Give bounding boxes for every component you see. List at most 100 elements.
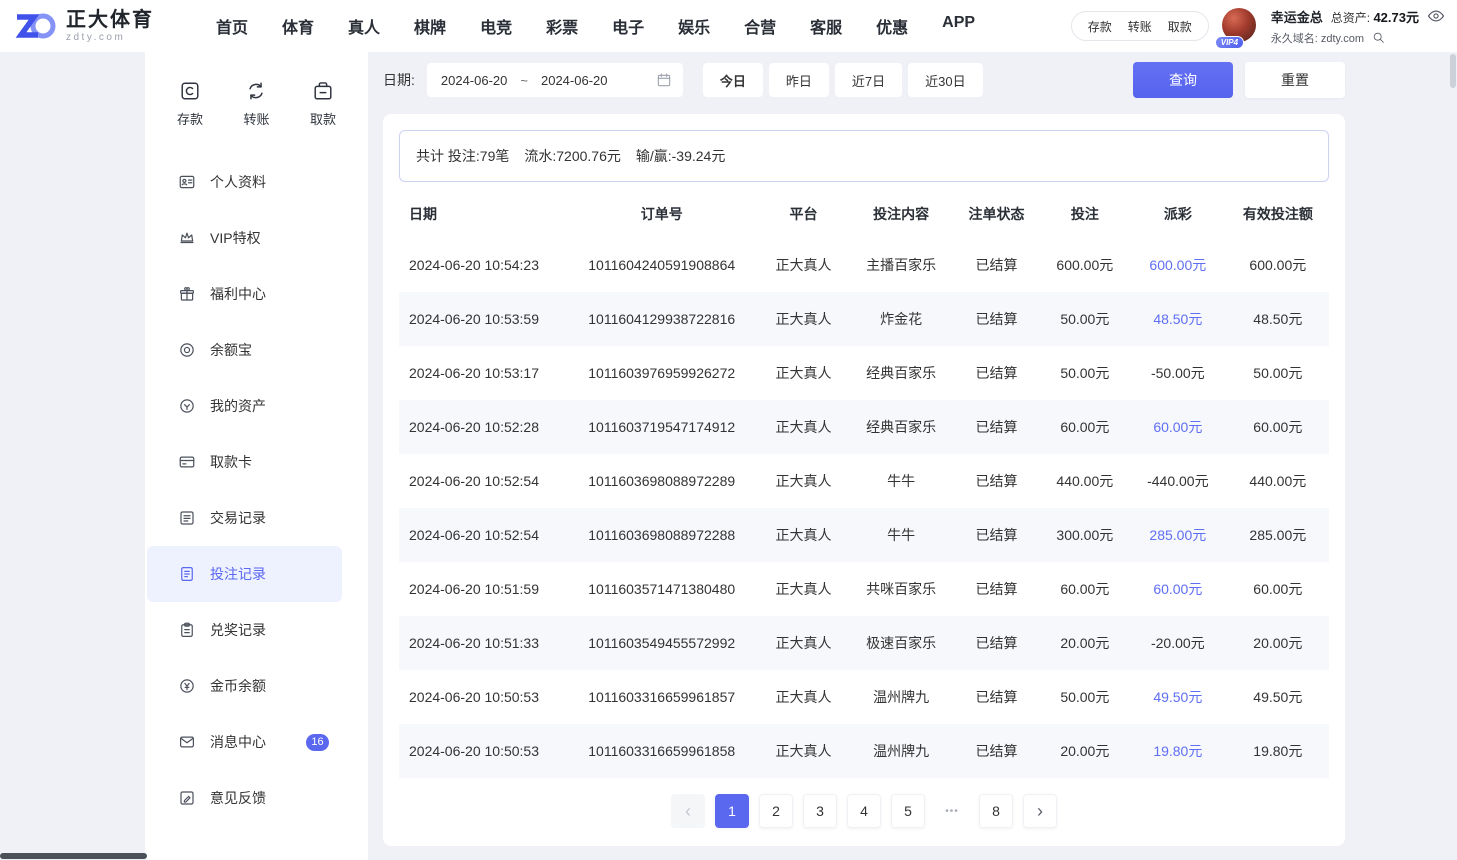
cell-bet: 20.00元	[1041, 724, 1129, 778]
header-right: 存款转账取款 VIP4 幸运金总 总资产: 42.73元 永久域名: zdty.…	[1071, 7, 1447, 46]
sidebar-item-label: 个人资料	[210, 172, 266, 192]
calendar-icon[interactable]	[656, 72, 672, 88]
cell-date: 2024-06-20 10:52:54	[399, 454, 566, 508]
cell-order: 1011603316659961858	[566, 724, 757, 778]
shortcut-label: 存款	[177, 109, 203, 128]
nav-item-首页[interactable]: 首页	[216, 14, 248, 38]
header-action-取款[interactable]: 取款	[1168, 18, 1192, 35]
page-ellipsis[interactable]: •••	[935, 794, 969, 828]
column-header-投注: 投注	[1041, 190, 1129, 238]
sidebar-item-label: 兑奖记录	[210, 620, 266, 640]
username: 幸运金总	[1271, 7, 1323, 26]
nav-item-彩票[interactable]: 彩票	[546, 14, 578, 38]
nav-item-娱乐[interactable]: 娱乐	[678, 14, 710, 38]
page-button-4[interactable]: 4	[847, 794, 881, 828]
shortcut-转账[interactable]: 转账	[243, 80, 269, 128]
cell-platform: 正大真人	[757, 292, 850, 346]
cell-platform: 正大真人	[757, 562, 850, 616]
range-button-昨日[interactable]: 昨日	[769, 63, 829, 97]
brand-logo[interactable]: 正大体育 zdty.com	[14, 9, 200, 43]
nav-item-电子[interactable]: 电子	[612, 14, 644, 38]
sidebar-item-VIP特权[interactable]: VIP特权	[147, 210, 342, 266]
column-header-日期: 日期	[399, 190, 566, 238]
cell-date: 2024-06-20 10:53:17	[399, 346, 566, 400]
cell-payout: 19.80元	[1129, 724, 1227, 778]
next-page-button[interactable]: ›	[1023, 794, 1057, 828]
quick-ranges: 今日昨日近7日近30日	[703, 63, 983, 97]
prev-page-button[interactable]: ‹	[671, 794, 705, 828]
shortcut-取款[interactable]: 取款	[310, 80, 336, 128]
brand-logo-icon	[14, 9, 58, 43]
permanent-domain: 永久域名: zdty.com	[1271, 30, 1364, 46]
cell-bet: 300.00元	[1041, 508, 1129, 562]
brand-name: 正大体育	[66, 9, 154, 32]
avatar[interactable]: VIP4	[1222, 8, 1258, 44]
cell-payout: 600.00元	[1129, 238, 1227, 292]
header-action-转账[interactable]: 转账	[1128, 18, 1152, 35]
nav-item-真人[interactable]: 真人	[348, 14, 380, 38]
date-range-picker[interactable]: 2024-06-20 ~ 2024-06-20	[427, 63, 683, 97]
sidebar-item-个人资料[interactable]: 个人资料	[147, 154, 342, 210]
sidebar-item-福利中心[interactable]: 福利中心	[147, 266, 342, 322]
cell-valid: 49.50元	[1227, 670, 1329, 724]
table-row: 2024-06-20 10:54:231011604240591908864正大…	[399, 238, 1329, 292]
range-button-今日[interactable]: 今日	[703, 63, 763, 97]
cell-valid: 20.00元	[1227, 616, 1329, 670]
sidebar-item-取款卡[interactable]: 取款卡	[147, 434, 342, 490]
date-to[interactable]: 2024-06-20	[541, 73, 608, 88]
summary-item: 共计 投注:79笔	[416, 146, 509, 166]
cell-platform: 正大真人	[757, 346, 850, 400]
sidebar-item-意见反馈[interactable]: 意见反馈	[147, 770, 342, 826]
sidebar-item-金币余额[interactable]: 金币余额	[147, 658, 342, 714]
nav-item-棋牌[interactable]: 棋牌	[414, 14, 446, 38]
date-from[interactable]: 2024-06-20	[441, 73, 508, 88]
range-button-近7日[interactable]: 近7日	[835, 63, 902, 97]
sidebar-item-投注记录[interactable]: 投注记录	[147, 546, 342, 602]
cell-payout: 60.00元	[1129, 400, 1227, 454]
nav-item-体育[interactable]: 体育	[282, 14, 314, 38]
cell-payout: 49.50元	[1129, 670, 1227, 724]
sidebar-item-label: 交易记录	[210, 508, 266, 528]
sidebar-item-兑奖记录[interactable]: 兑奖记录	[147, 602, 342, 658]
page-button-1[interactable]: 1	[715, 794, 749, 828]
sidebar-item-我的资产[interactable]: 我的资产	[147, 378, 342, 434]
shortcut-存款[interactable]: 存款	[177, 80, 203, 128]
sidebar-item-消息中心[interactable]: 消息中心16	[147, 714, 342, 770]
date-label: 日期:	[383, 70, 415, 90]
vertical-scrollbar-thumb[interactable]	[1450, 54, 1456, 88]
sidebar-item-label: 余额宝	[210, 340, 252, 360]
cell-order: 1011604240591908864	[566, 238, 757, 292]
cell-bet: 60.00元	[1041, 562, 1129, 616]
nav-item-合营[interactable]: 合营	[744, 14, 776, 38]
eye-icon[interactable]	[1427, 7, 1445, 25]
search-icon[interactable]	[1372, 31, 1385, 44]
page-button-5[interactable]: 5	[891, 794, 925, 828]
query-button[interactable]: 查询	[1133, 62, 1233, 98]
horizontal-scrollbar-thumb[interactable]	[0, 853, 147, 859]
column-header-派彩: 派彩	[1129, 190, 1227, 238]
summary-item: 输/赢:-39.24元	[636, 146, 725, 166]
page-button-2[interactable]: 2	[759, 794, 793, 828]
sidebar-item-余额宝[interactable]: 余额宝	[147, 322, 342, 378]
cell-bet: 600.00元	[1041, 238, 1129, 292]
cell-platform: 正大真人	[757, 238, 850, 292]
range-button-近30日[interactable]: 近30日	[908, 63, 982, 97]
reset-button[interactable]: 重置	[1245, 62, 1345, 98]
cell-bet: 50.00元	[1041, 346, 1129, 400]
gift-icon	[178, 285, 196, 303]
cell-bet: 50.00元	[1041, 292, 1129, 346]
vip-badge: VIP4	[1215, 36, 1244, 49]
date-separator: ~	[520, 73, 528, 88]
gold-coin-icon	[178, 677, 196, 695]
cell-bet: 20.00元	[1041, 616, 1129, 670]
sidebar-item-交易记录[interactable]: 交易记录	[147, 490, 342, 546]
nav-item-优惠[interactable]: 优惠	[876, 14, 908, 38]
nav-item-电竞[interactable]: 电竞	[480, 14, 512, 38]
page-button-8[interactable]: 8	[979, 794, 1013, 828]
nav-item-客服[interactable]: 客服	[810, 14, 842, 38]
page-button-3[interactable]: 3	[803, 794, 837, 828]
header-action-存款[interactable]: 存款	[1088, 18, 1112, 35]
cell-content: 经典百家乐	[850, 346, 952, 400]
nav-item-APP[interactable]: APP	[942, 14, 975, 38]
deposit-icon	[179, 80, 201, 102]
